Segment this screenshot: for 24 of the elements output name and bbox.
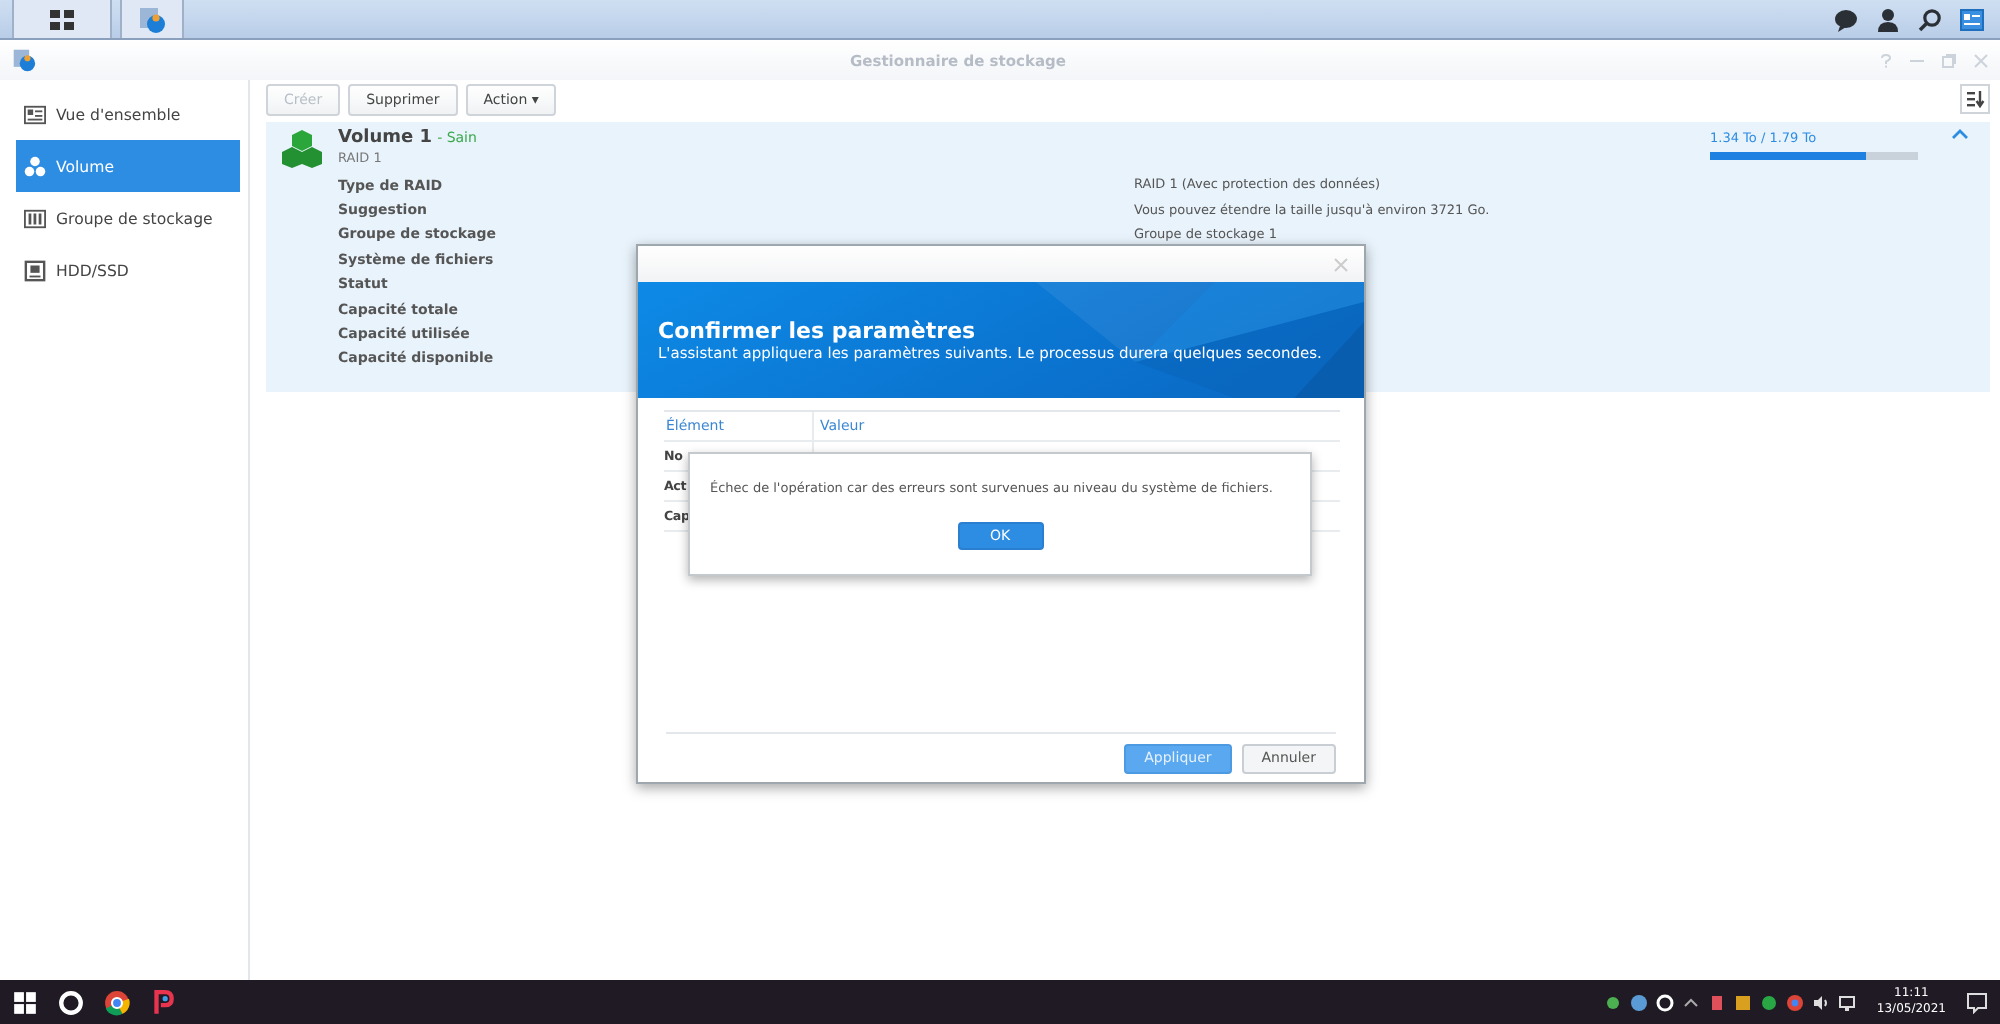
search-icon[interactable]: [58, 989, 84, 1015]
taskbar-app-button[interactable]: [120, 0, 184, 38]
apps-icon: [50, 9, 74, 29]
overview-icon: [24, 103, 46, 125]
cubes-icon: [282, 128, 322, 168]
speaker-icon[interactable]: [1812, 993, 1831, 1011]
network-icon[interactable]: [1838, 993, 1857, 1011]
storage-app-icon: [12, 48, 36, 72]
app-icon[interactable]: [150, 989, 176, 1015]
sort-icon[interactable]: [1960, 84, 1990, 114]
cubes-icon: [24, 155, 46, 177]
pool-icon: [24, 207, 46, 229]
search-icon[interactable]: [1918, 7, 1942, 31]
widgets-icon[interactable]: [1960, 7, 1984, 31]
windows-start-icon[interactable]: [12, 989, 38, 1015]
chevron-up-icon[interactable]: [1682, 993, 1701, 1011]
browser-icon[interactable]: [104, 989, 130, 1015]
notification-icon[interactable]: [1966, 991, 1988, 1013]
storage-app-icon: [138, 5, 166, 33]
volume-name: Volume 1: [338, 128, 433, 148]
chat-icon[interactable]: [1834, 7, 1858, 31]
main-menu-button[interactable]: [12, 0, 112, 38]
dialog-title: Confirmer les paramètres: [658, 318, 978, 344]
user-icon[interactable]: [1876, 7, 1900, 31]
